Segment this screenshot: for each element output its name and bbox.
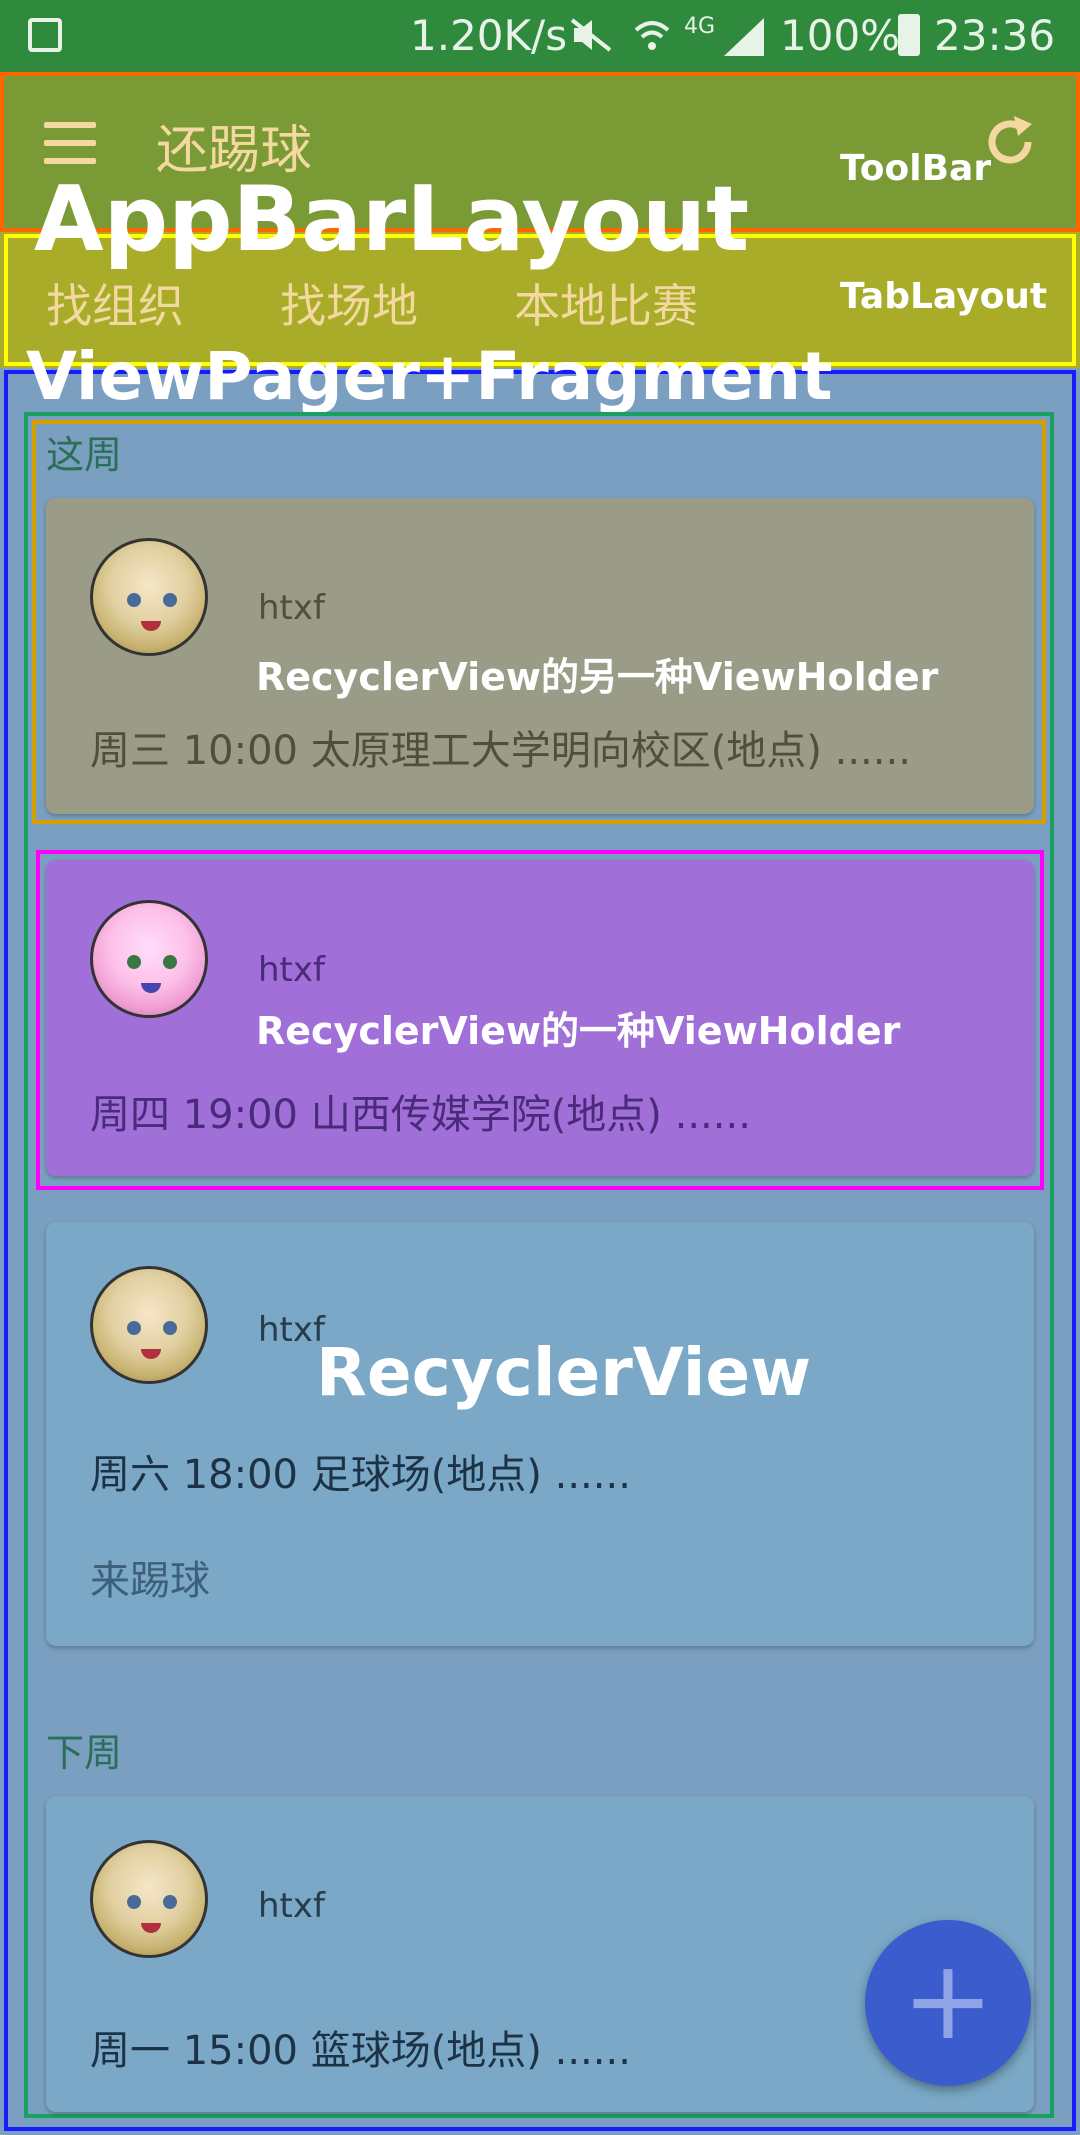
- event-info: 周六 18:00 足球场(地点) ......: [90, 1452, 631, 1498]
- event-info: 周一 15:00 篮球场(地点) ......: [90, 2028, 631, 2074]
- battery-percent: 100%: [780, 11, 901, 60]
- add-icon: +: [901, 1936, 995, 2064]
- tab-local-match[interactable]: 本地比赛: [514, 270, 698, 336]
- mute-icon: [570, 18, 614, 52]
- battery-icon: [898, 14, 920, 56]
- holder-annotation: RecyclerView的一种ViewHolder: [256, 1009, 901, 1053]
- avatar: [90, 1840, 208, 1958]
- signal-icon: [722, 16, 766, 56]
- tab-find-venue[interactable]: 找场地: [280, 270, 418, 336]
- list-item[interactable]: htxf 周六 18:00 足球场(地点) ...... 来踢球: [46, 1222, 1034, 1646]
- recyclerview-annotation: RecyclerView: [316, 1334, 812, 1411]
- join-button[interactable]: 来踢球: [90, 1548, 210, 1606]
- section-next-week: 下周: [46, 1731, 123, 1775]
- clock: 23:36: [934, 11, 1056, 60]
- refresh-icon[interactable]: [980, 112, 1040, 172]
- toolbar-annotation: ToolBar: [840, 148, 992, 189]
- holder-alt-annotation: RecyclerView的另一种ViewHolder: [256, 655, 939, 699]
- holder-alt-outline: [32, 420, 1046, 824]
- tablayout-annotation: TabLayout: [840, 276, 1048, 317]
- username: htxf: [258, 1310, 325, 1350]
- network-type: 4G: [684, 14, 716, 39]
- status-bar: 1.20K/s 4G 100% 23:36: [0, 0, 1080, 72]
- viewpager-annotation: ViewPager+Fragment: [26, 338, 833, 415]
- add-button[interactable]: +: [865, 1920, 1031, 2086]
- appbar-annotation: AppBarLayout: [34, 167, 750, 272]
- network-speed: 1.20K/s: [410, 11, 568, 60]
- gallery-icon: [28, 18, 62, 52]
- username: htxf: [258, 1886, 325, 1926]
- tab-find-team[interactable]: 找组织: [46, 270, 184, 336]
- avatar: [90, 1266, 208, 1384]
- wifi-icon: [632, 16, 672, 56]
